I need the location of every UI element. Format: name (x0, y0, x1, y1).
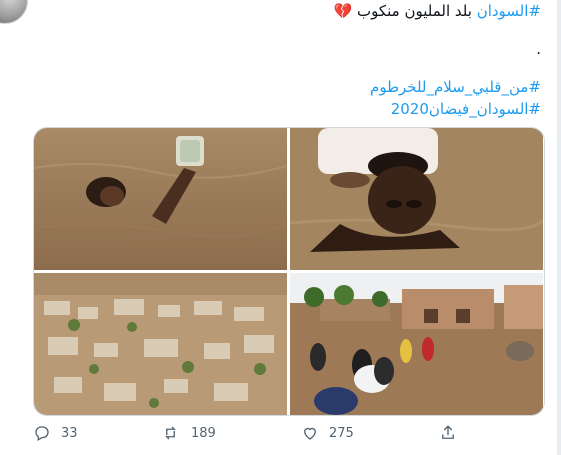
media-photo-2[interactable] (290, 128, 543, 270)
media-grid (33, 127, 545, 416)
photo-woman-swimming-icon (34, 128, 287, 270)
hashtag-link-flood-2020[interactable]: #السودان_فيضان2020 (391, 100, 541, 118)
hashtag-link-sudan[interactable]: #السودان (477, 2, 541, 20)
photo-aerial-flooded-village-icon (34, 273, 287, 415)
reply-icon (35, 426, 49, 441)
reply-count: 33 (61, 425, 78, 441)
share-icon (442, 425, 454, 439)
retweet-count: 189 (191, 425, 216, 441)
tweet-dot-line: . (536, 40, 541, 58)
broken-heart-icon: 💔 (333, 2, 353, 20)
tweet-text-line: بلد المليون منكوب (356, 2, 472, 20)
like-count: 275 (329, 425, 354, 441)
avatar[interactable] (0, 0, 28, 24)
tweet-header-line: #السودان بلد المليون منكوب 💔 (61, 0, 542, 22)
hashtag-link-khartoum[interactable]: #من_قلبي_سلام_للخرطوم (370, 78, 541, 96)
tweet-text: #السودان بلد المليون منكوب 💔 . #من_قلبي_… (61, 0, 542, 120)
retweet-icon (165, 426, 176, 440)
media-photo-1[interactable] (34, 128, 287, 270)
action-bar: 33 189 275 (33, 424, 473, 448)
photo-man-carrying-child-icon (290, 128, 543, 270)
like-button[interactable]: 275 (301, 424, 354, 442)
retweet-button[interactable]: 189 (163, 424, 216, 442)
share-button[interactable] (439, 424, 457, 442)
heart-icon (304, 427, 316, 440)
reply-button[interactable]: 33 (33, 424, 78, 442)
media-photo-4[interactable] (290, 273, 543, 415)
scrollbar-track (557, 0, 561, 455)
photo-people-wading-icon (290, 273, 543, 415)
media-photo-3[interactable] (34, 273, 287, 415)
